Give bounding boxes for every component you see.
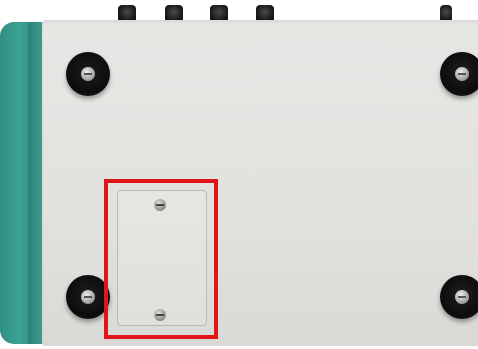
foot-screw-icon [81,67,95,81]
device-photo [0,0,478,349]
foot-screw-icon [455,290,469,304]
rubber-foot-bottom-right [440,275,478,319]
foot-screw-icon [81,290,95,304]
highlight-box [104,179,218,339]
rubber-foot-top-left [66,52,110,96]
foot-screw-icon [455,67,469,81]
rubber-foot-top-right [440,52,478,96]
